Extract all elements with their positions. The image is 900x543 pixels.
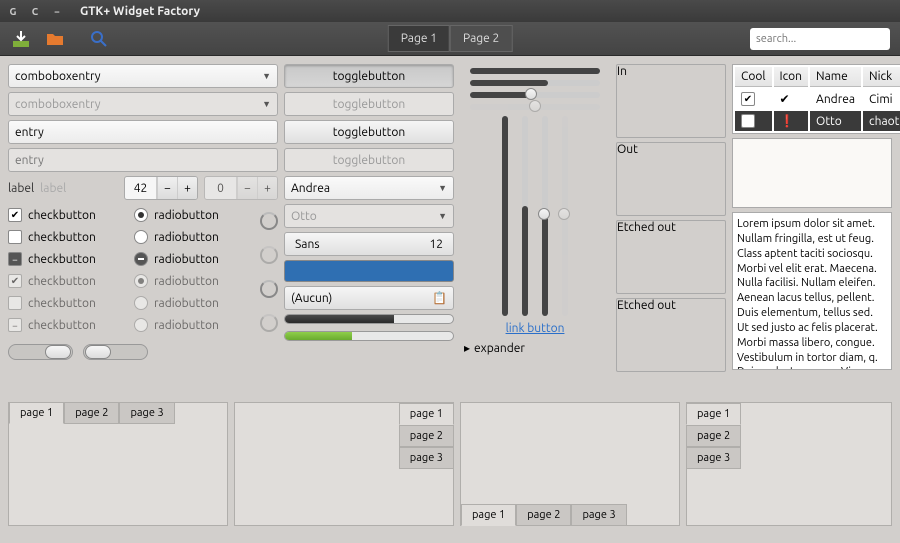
checkbox-1[interactable]: ✔ (8, 208, 22, 222)
nb-tab[interactable]: page 1 (686, 403, 741, 425)
checkbox[interactable] (741, 114, 755, 128)
label-1: label (8, 182, 34, 195)
comboboxentry-1[interactable]: comboboxentry▼ (8, 64, 278, 88)
switch-2[interactable] (83, 344, 148, 360)
search-input[interactable] (756, 33, 900, 45)
min-window-icon[interactable]: C (28, 4, 42, 18)
spinner-icon (260, 212, 278, 230)
window-title: GTK+ Widget Factory (80, 5, 200, 18)
notebook-right-tabs: page 1 page 2 page 3 (234, 402, 454, 526)
frame-out: Out (616, 142, 726, 216)
radio-4 (134, 274, 148, 288)
radio-6 (134, 318, 148, 332)
frame-etched-2: Etched out (616, 298, 726, 372)
treeview[interactable]: CoolIconNameNick ✔✔AndreaCimi ❗Ottochaot… (732, 64, 900, 134)
nb-tab[interactable]: page 2 (516, 504, 571, 526)
file-button[interactable]: (Aucun)📋 (284, 286, 454, 310)
chevron-down-icon: ▼ (438, 183, 447, 193)
vscale-4 (562, 116, 568, 316)
togglebutton-4: togglebutton (284, 148, 454, 172)
iconview[interactable] (732, 138, 892, 208)
table-row[interactable]: ✔✔AndreaCimi (735, 89, 900, 109)
spinbutton-2: 0−+ (204, 176, 278, 200)
frame-etched-1: Etched out (616, 220, 726, 294)
entry-1[interactable] (8, 120, 278, 144)
tab-page2[interactable]: Page 2 (450, 25, 512, 52)
combo-andrea[interactable]: Andrea▼ (284, 176, 454, 200)
chevron-down-icon: ▼ (262, 99, 271, 109)
check-circle-icon: ✔ (774, 89, 809, 109)
toolbar: Page 1 Page 2 (0, 22, 900, 56)
nb-tab[interactable]: page 2 (686, 425, 741, 447)
nb-tab[interactable]: page 2 (64, 402, 119, 424)
titlebar: G C − GTK+ Widget Factory (0, 0, 900, 22)
label-2: label (40, 182, 66, 195)
spinner-icon (260, 314, 278, 332)
nb-tab[interactable]: page 3 (571, 504, 626, 526)
checkbox-3[interactable]: − (8, 252, 22, 266)
entry-2 (8, 148, 278, 172)
progress-1 (284, 314, 454, 324)
nb-tab[interactable]: page 2 (399, 425, 454, 447)
calendar-icon: 📋 (432, 291, 447, 305)
checkbox-6: − (8, 318, 22, 332)
vscale-3[interactable] (542, 116, 548, 316)
chevron-down-icon: ▼ (438, 211, 447, 221)
download-icon[interactable] (10, 28, 32, 50)
radio-5 (134, 296, 148, 310)
expander[interactable]: ▸expander (464, 341, 525, 355)
checkbox[interactable]: ✔ (741, 92, 755, 106)
checkbox-4: ✔ (8, 274, 22, 288)
comboboxentry-2: comboboxentry▼ (8, 92, 278, 116)
vscale-2[interactable] (522, 116, 528, 316)
radio-1[interactable] (134, 208, 148, 222)
notebook-bottom-tabs: page 1 page 2 page 3 (460, 402, 680, 526)
minus-button[interactable]: − (157, 177, 177, 199)
checkbox-5 (8, 296, 22, 310)
frame-in: In (616, 64, 726, 138)
hscale-1[interactable] (470, 68, 600, 74)
color-button[interactable] (284, 260, 454, 282)
progress-2 (284, 331, 454, 341)
font-button[interactable]: Sans12 (284, 232, 454, 256)
togglebutton-2: togglebutton (284, 92, 454, 116)
nb-tab[interactable]: page 3 (686, 447, 741, 469)
nb-tab[interactable]: page 1 (399, 403, 454, 425)
hscale-4 (470, 104, 600, 110)
switch-1[interactable] (8, 344, 73, 360)
spinner-icon (260, 246, 278, 264)
tab-page1[interactable]: Page 1 (388, 25, 450, 52)
link-button[interactable]: link button (506, 322, 565, 335)
nb-tab[interactable]: page 3 (119, 402, 174, 424)
nb-tab[interactable]: page 3 (399, 447, 454, 469)
togglebutton-3[interactable]: togglebutton (284, 120, 454, 144)
radio-2[interactable] (134, 230, 148, 244)
search-box[interactable] (750, 28, 890, 50)
nb-tab[interactable]: page 1 (9, 402, 64, 424)
notebook-left-tabs: page 1 page 2 page 3 (686, 402, 892, 526)
nb-tab[interactable]: page 1 (461, 504, 516, 526)
search-icon[interactable] (88, 28, 110, 50)
textview[interactable]: Lorem ipsum dolor sit amet. Nullam fring… (732, 212, 892, 370)
plus-button[interactable]: + (177, 177, 197, 199)
triangle-right-icon: ▸ (464, 341, 470, 355)
togglebutton-1[interactable]: togglebutton (284, 64, 454, 88)
hscale-2[interactable] (470, 80, 600, 86)
close-window-icon[interactable]: G (6, 4, 20, 18)
spinner-icon (260, 280, 278, 298)
vscale-1[interactable] (502, 116, 508, 316)
combo-otto: Otto▼ (284, 204, 454, 228)
warning-icon: ❗ (774, 111, 809, 131)
notebook-top-tabs: page 1 page 2 page 3 (8, 402, 228, 526)
hscale-3[interactable] (470, 92, 600, 98)
table-row[interactable]: ❗Ottochaotic (735, 111, 900, 131)
max-window-icon[interactable]: − (50, 4, 64, 18)
radio-3[interactable] (134, 252, 148, 266)
folder-icon[interactable] (44, 28, 66, 50)
checkbox-2[interactable] (8, 230, 22, 244)
spinbutton-1[interactable]: 42−+ (124, 176, 198, 200)
chevron-down-icon: ▼ (262, 71, 271, 81)
